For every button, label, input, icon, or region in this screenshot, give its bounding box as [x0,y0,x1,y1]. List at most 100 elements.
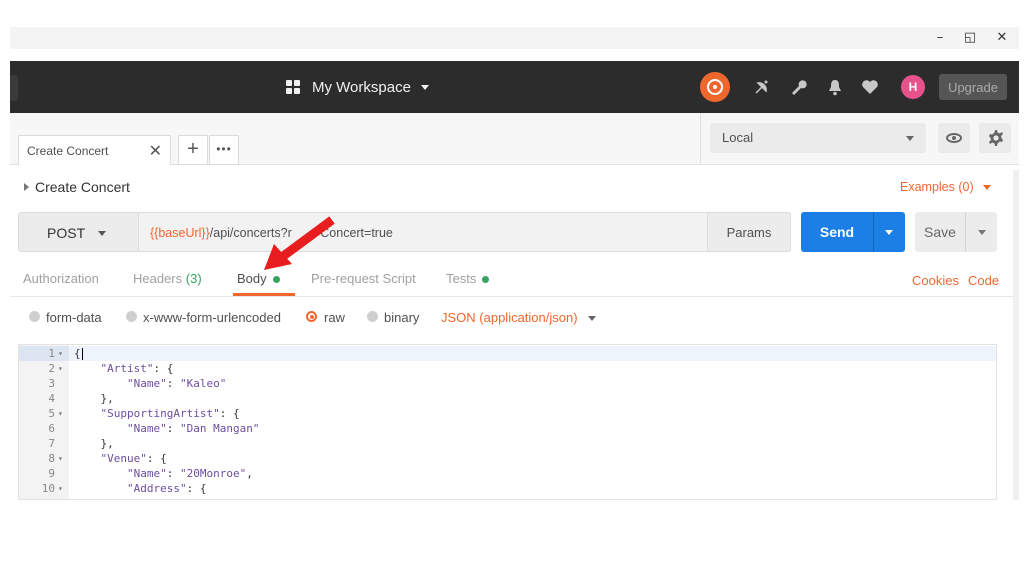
chevron-down-icon [98,231,106,236]
tab-headers-label: Headers [133,271,183,286]
content-type-select[interactable]: JSON (application/json) [441,310,578,325]
method-select[interactable]: POST [18,212,139,252]
fold-icon[interactable]: ▾ [58,481,63,496]
request-tabs-bar: Create Concert ✕ + ••• Local [10,113,1019,165]
code-line[interactable]: 7 }, [19,436,996,451]
restore-icon[interactable]: ◱ [962,30,978,46]
code-text: "SupportingArtist": { [100,407,240,420]
radio-raw[interactable] [306,311,317,322]
tab-authorization[interactable]: Authorization [23,271,99,286]
code-text: "Name": "Dan Mangan" [126,422,260,435]
save-options-button[interactable] [965,212,997,252]
code-line[interactable]: 4 }, [19,391,996,406]
method-label: POST [47,225,86,241]
satellite-icon[interactable] [747,72,777,102]
tab-pre-request-script[interactable]: Pre-request Script [311,271,416,286]
examples-dropdown[interactable]: Examples (0) [900,180,974,194]
annotation-arrow [264,216,335,270]
avatar[interactable]: H [901,75,925,99]
minimize-icon[interactable]: – [932,30,948,46]
environment-quick-look-button[interactable] [938,123,970,153]
radio-urlencoded[interactable] [126,311,137,322]
text-cursor [81,348,83,360]
close-tab-icon[interactable]: ✕ [149,141,162,161]
bell-icon[interactable] [820,72,850,102]
line-number: 5 [48,407,55,420]
wrench-icon[interactable] [783,72,813,102]
tab-tests[interactable]: Tests [446,271,490,286]
code-line[interactable]: 8 ▾ "Venue": { [19,451,996,466]
code-text: "Artist": { [100,362,174,375]
code-text: "Name": "20Monroe", [126,467,253,480]
more-tabs-button[interactable]: ••• [209,135,239,165]
line-number: 7 [48,437,55,450]
line-number: 6 [48,422,55,435]
fold-icon[interactable]: ▾ [58,361,63,376]
tab-label: Create Concert [27,144,109,158]
urlencoded-label[interactable]: x-www-form-urlencoded [143,310,281,325]
sync-button[interactable] [700,72,730,102]
url-variable: {{baseUrl}} [150,226,210,240]
line-number: 1 [48,347,55,360]
code-line[interactable]: 2 ▾ "Artist": { [19,361,996,376]
tab-tests-label: Tests [446,271,477,286]
code-line[interactable]: 1 ▾ { [19,346,996,361]
line-number: 10 [41,482,55,495]
tab-headers[interactable]: Headers (3) [133,271,202,286]
close-icon[interactable]: ✕ [994,30,1010,46]
url-input[interactable]: {{baseUrl}}/api/concerts?returnConcert=t… [138,212,708,252]
workspace-switcher[interactable]: My Workspace [286,76,429,98]
add-tab-button[interactable]: + [178,135,208,165]
upgrade-button[interactable]: Upgrade [939,74,1007,100]
chevron-down-icon [906,136,914,141]
chevron-down-icon [588,316,596,321]
tab-body-label: Body [237,271,267,286]
binary-label[interactable]: binary [384,310,419,325]
cookies-link[interactable]: Cookies [912,273,959,288]
code-line[interactable]: 10 ▾ "Address": { [19,481,996,496]
send-options-button[interactable] [873,212,905,252]
sidebar-toggle[interactable] [10,75,18,101]
send-button[interactable]: Send [801,212,873,252]
fold-icon[interactable]: ▾ [58,451,63,466]
code-text: }, [74,392,114,405]
status-dot [272,276,280,284]
expand-triangle-icon[interactable] [24,183,29,191]
code-text: "Address": { [126,482,207,495]
request-name-row: Create Concert Examples (0) [10,175,1019,199]
code-line[interactable]: 6 "Name": "Dan Mangan" [19,421,996,436]
line-number: 3 [48,377,55,390]
heart-icon[interactable] [855,72,885,102]
fold-icon[interactable]: ▾ [58,406,63,421]
params-button[interactable]: Params [707,212,791,252]
manage-environments-button[interactable] [979,123,1011,153]
sync-icon [700,72,730,102]
chevron-down-icon [420,84,429,90]
radio-form-data[interactable] [29,311,40,322]
line-number: 4 [48,392,55,405]
code-line[interactable]: 3 "Name": "Kaleo" [19,376,996,391]
save-button[interactable]: Save [915,212,965,252]
radio-binary[interactable] [367,311,378,322]
environment-select[interactable]: Local [710,123,926,153]
raw-label[interactable]: raw [324,310,345,325]
code-link[interactable]: Code [968,273,999,288]
eye-icon [946,133,962,143]
workspace-grid-icon [286,80,300,94]
form-data-label[interactable]: form-data [46,310,102,325]
code-line[interactable]: 5 ▾ "SupportingArtist": { [19,406,996,421]
fold-icon[interactable]: ▾ [58,346,63,361]
line-number: 2 [48,362,55,375]
scrollbar[interactable] [1013,170,1019,500]
code-line[interactable]: 9 "Name": "20Monroe", [19,466,996,481]
tab-body[interactable]: Body [237,271,280,286]
environment-label: Local [722,130,754,145]
code-text: }, [74,437,114,450]
divider [700,113,701,165]
request-name[interactable]: Create Concert [35,179,130,195]
code-editor[interactable]: 1 ▾{2 ▾ "Artist": {3 "Name": "Kaleo" 4 }, 5 ▾… [18,344,997,500]
headers-count: (3) [185,271,202,286]
active-tab-indicator [233,293,295,296]
window-title-bar: – ◱ ✕ [10,27,1019,49]
tab-create-concert[interactable]: Create Concert ✕ [18,135,171,165]
